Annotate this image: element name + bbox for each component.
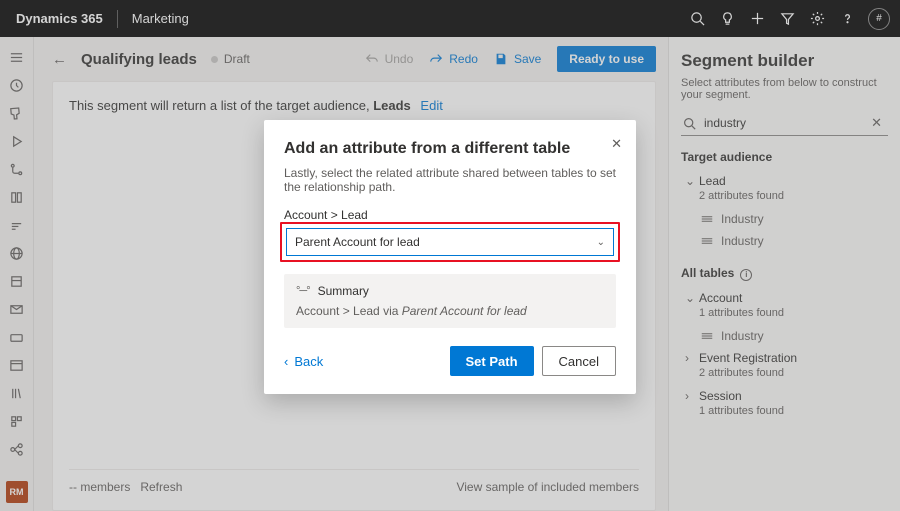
cancel-button[interactable]: Cancel	[542, 346, 616, 376]
set-path-button[interactable]: Set Path	[450, 346, 534, 376]
modal-title: Add an attribute from a different table	[284, 140, 616, 158]
add-attribute-modal: ✕ Add an attribute from a different tabl…	[264, 120, 636, 394]
summary-icon: °─°	[296, 285, 310, 297]
chevron-down-icon: ⌄	[597, 237, 605, 248]
summary-via: Parent Account for lead	[402, 304, 527, 318]
relationship-dropdown[interactable]: Parent Account for lead ⌄	[286, 228, 614, 256]
back-button[interactable]: ‹Back	[284, 354, 323, 369]
modal-description: Lastly, select the related attribute sha…	[284, 166, 616, 194]
highlighted-region: Parent Account for lead ⌄	[280, 222, 620, 262]
relationship-path-label: Account > Lead	[284, 208, 616, 222]
dropdown-value: Parent Account for lead	[295, 235, 420, 249]
summary-path: Account > Lead via	[296, 304, 402, 318]
summary-label: Summary	[318, 284, 369, 298]
close-icon[interactable]: ✕	[611, 136, 622, 152]
